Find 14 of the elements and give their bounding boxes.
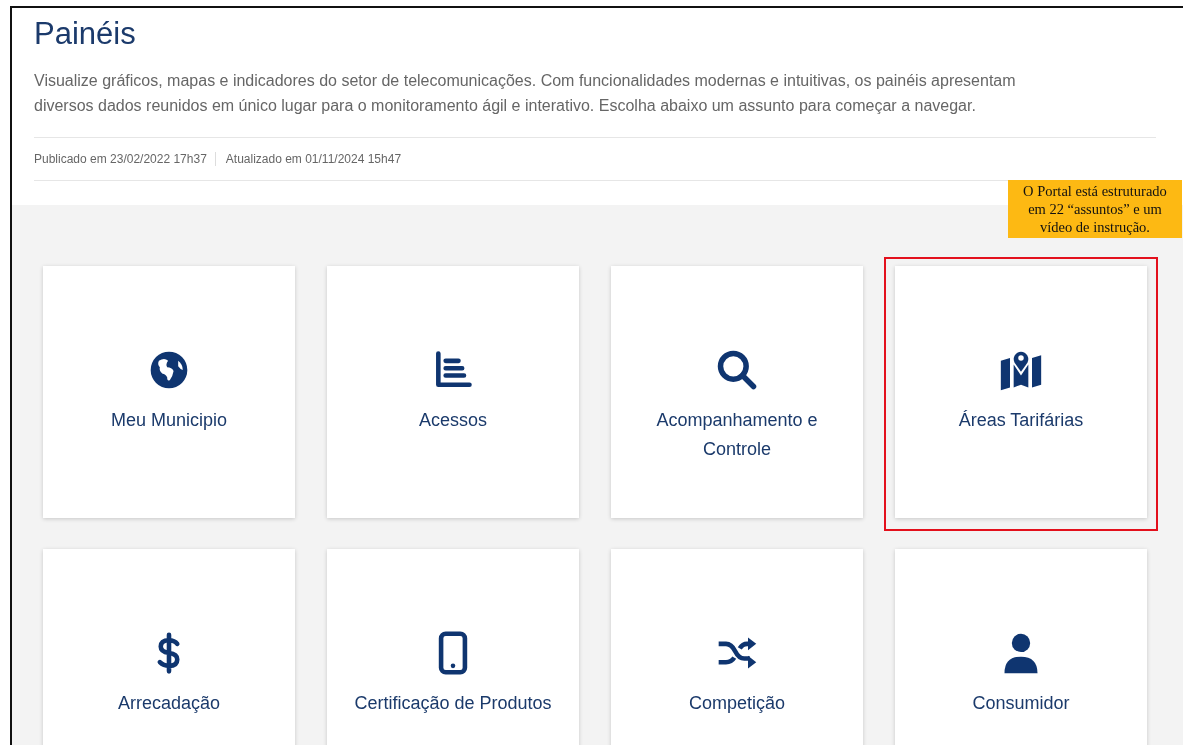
topic-card[interactable]: Competição: [611, 549, 863, 745]
published-date: Publicado em 23/02/2022 17h37: [34, 152, 216, 166]
page-title: Painéis: [34, 15, 137, 53]
updated-date: Atualizado em 01/11/2024 15h47: [224, 152, 402, 166]
page-description: Visualize gráficos, mapas e indicadores do setor de telecomunicações. Com funcionalidades modernas e intuitivas, os painéis apresentam diversos dados reunidos em único lugar para o monitoramento ágil e interativo. Escolha abaixo um assunto para começar a navegar.: [34, 71, 1017, 116]
topic-card[interactable]: Consumidor: [895, 549, 1147, 745]
topic-card[interactable]: Acessos: [327, 266, 579, 518]
topic-card[interactable]: Acompanhamento e Controle: [611, 266, 863, 518]
topic-card[interactable]: Áreas Tarifárias: [895, 266, 1147, 518]
topic-card[interactable]: Certificação de Produtos: [327, 549, 579, 745]
annotation-note: O Portal está estruturado em 22 “assuntos” e um vídeo de instrução.: [1008, 180, 1182, 238]
topic-card[interactable]: Meu Municipio: [43, 266, 295, 518]
topic-card[interactable]: Arrecadação: [43, 549, 295, 745]
search-icon: [715, 348, 759, 392]
